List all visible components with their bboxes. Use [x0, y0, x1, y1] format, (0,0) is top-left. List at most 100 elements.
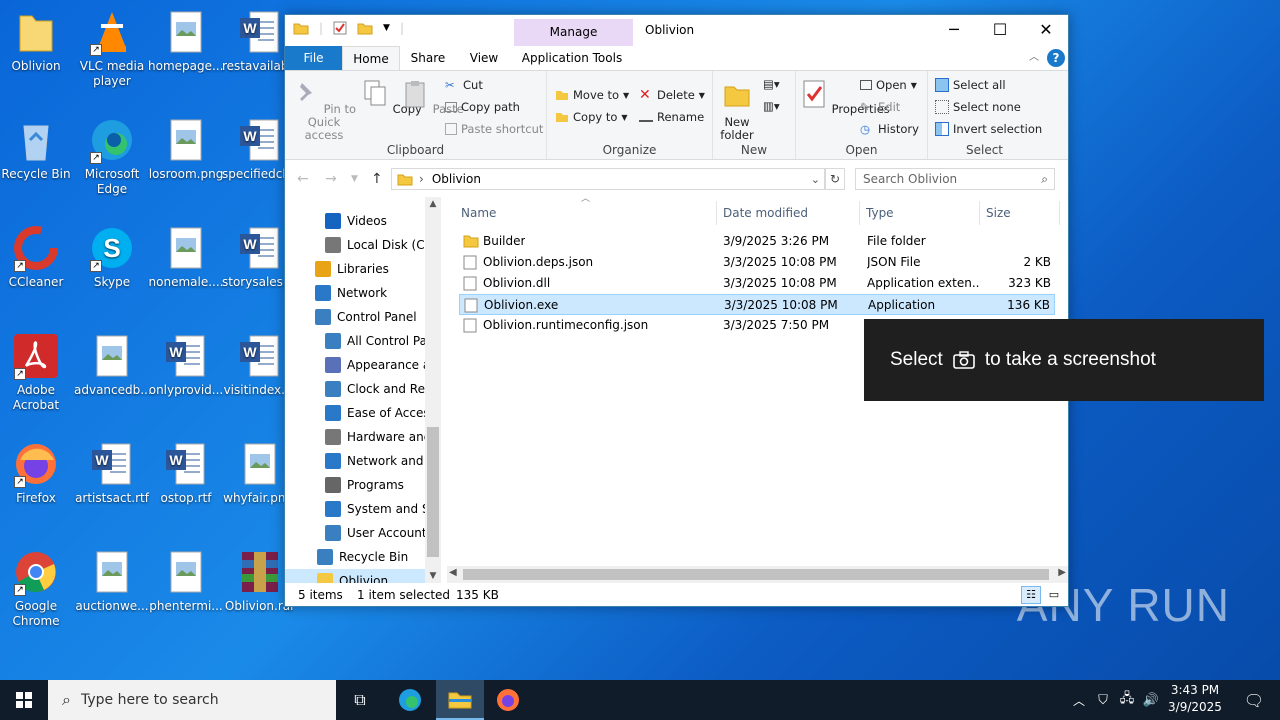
- desktop-icon[interactable]: Wonlyprovid...: [148, 332, 224, 398]
- maximize-button[interactable]: ☐: [977, 15, 1023, 46]
- tab-share[interactable]: Share: [403, 46, 453, 70]
- desktop-icon[interactable]: ↗ Adobe Acrobat: [0, 332, 74, 413]
- column-header-type[interactable]: Type: [860, 201, 980, 225]
- nav-item[interactable]: Oblivion: [285, 569, 427, 583]
- help-icon[interactable]: ?: [1047, 49, 1065, 67]
- new-folder-icon[interactable]: [357, 21, 373, 35]
- desktop-icon[interactable]: Wostop.rtf: [148, 440, 224, 506]
- horizontal-scrollbar[interactable]: ◀ ▶: [447, 566, 1068, 583]
- network-tray-icon[interactable]: 🖧: [1116, 680, 1138, 720]
- collapse-ribbon-icon[interactable]: ︿: [1027, 46, 1041, 70]
- details-view-icon[interactable]: ☷: [1021, 586, 1041, 604]
- back-arrow-icon[interactable]: ←: [297, 171, 309, 187]
- security-tray-icon[interactable]: ⛉: [1092, 680, 1114, 720]
- select-none-button[interactable]: Select none: [935, 97, 1021, 117]
- large-icons-view-icon[interactable]: ▭: [1045, 586, 1063, 604]
- desktop-icon[interactable]: losroom.png: [148, 116, 224, 182]
- volume-tray-icon[interactable]: 🔊: [1140, 680, 1162, 720]
- column-header-date[interactable]: Date modified: [717, 201, 860, 225]
- file-row[interactable]: Builder 3/9/2025 3:26 PM File folder: [459, 231, 1055, 252]
- nav-item[interactable]: Recycle Bin: [285, 545, 427, 569]
- invert-selection-button[interactable]: Invert selection: [935, 119, 1042, 139]
- nav-item[interactable]: Network: [285, 281, 427, 305]
- nav-item[interactable]: Network and Ir: [285, 449, 427, 473]
- start-button[interactable]: [0, 680, 48, 720]
- desktop-icon[interactable]: Wartistsact.rtf: [74, 440, 150, 506]
- desktop-icon[interactable]: phentermi...: [148, 548, 224, 614]
- rename-button[interactable]: Rename: [639, 107, 704, 127]
- copy-button[interactable]: Copy: [361, 79, 422, 116]
- paste-shortcut-button[interactable]: Paste shortcut: [445, 119, 543, 139]
- desktop-icon[interactable]: ↗ VLC media player: [74, 8, 150, 89]
- address-bar[interactable]: › Oblivion ⌄: [391, 168, 825, 190]
- nav-item[interactable]: Appearance an: [285, 353, 427, 377]
- notifications-icon[interactable]: 🗨: [1230, 680, 1278, 720]
- select-all-button[interactable]: Select all: [935, 75, 1006, 95]
- pin-quick-access-button[interactable]: Pin to Quick access: [289, 79, 359, 142]
- file-row[interactable]: Oblivion.dll 3/3/2025 10:08 PM Application…: [459, 273, 1055, 294]
- taskbar-search-box[interactable]: ⌕ Type here to search: [48, 680, 336, 720]
- desktop-icon[interactable]: Recycle Bin: [0, 116, 74, 182]
- nav-scrollbar[interactable]: ▲ ▼: [425, 197, 441, 583]
- desktop-icon[interactable]: ↗ Google Chrome: [0, 548, 74, 629]
- nav-item[interactable]: User Accounts: [285, 521, 427, 545]
- address-dropdown-icon[interactable]: ⌄: [811, 173, 820, 186]
- desktop-icon[interactable]: ↗ CCleaner: [0, 224, 74, 290]
- taskbar-clock[interactable]: 3:43 PM 3/9/2025: [1166, 682, 1224, 716]
- desktop-icon[interactable]: S ↗ Skype: [74, 224, 150, 290]
- delete-button[interactable]: ✕ Delete ▼: [639, 85, 705, 105]
- scroll-up-icon[interactable]: ▲: [425, 199, 441, 209]
- move-to-button[interactable]: Move to ▼: [555, 85, 629, 105]
- recent-dropdown-icon[interactable]: ▼: [351, 174, 358, 184]
- copy-to-button[interactable]: Copy to ▼: [555, 107, 628, 127]
- tab-application-tools[interactable]: Application Tools: [517, 46, 627, 70]
- scroll-right-icon[interactable]: ▶: [1058, 567, 1066, 578]
- nav-item[interactable]: All Control Par: [285, 329, 427, 353]
- address-path[interactable]: Oblivion: [432, 172, 481, 186]
- nav-item[interactable]: Clock and Regi: [285, 377, 427, 401]
- nav-item[interactable]: Hardware and: [285, 425, 427, 449]
- properties-button[interactable]: Properties: [800, 79, 890, 116]
- new-item-icon[interactable]: ▤▾: [763, 77, 780, 91]
- taskbar-edge-icon[interactable]: [386, 680, 434, 720]
- desktop-icon[interactable]: nonemale....: [148, 224, 224, 290]
- nav-item[interactable]: Libraries: [285, 257, 427, 281]
- cut-button[interactable]: ✂ Cut: [445, 75, 483, 95]
- desktop-icon[interactable]: Oblivion: [0, 8, 74, 74]
- copy-path-button[interactable]: Copy path: [445, 97, 520, 117]
- task-view-icon[interactable]: ⧉: [336, 680, 384, 720]
- nav-item[interactable]: Videos: [285, 209, 427, 233]
- forward-arrow-icon[interactable]: →: [325, 171, 337, 187]
- scroll-left-icon[interactable]: ◀: [449, 567, 457, 578]
- up-arrow-icon[interactable]: ↑: [371, 171, 383, 187]
- refresh-icon[interactable]: ↻: [825, 168, 845, 190]
- tab-file[interactable]: File: [285, 46, 342, 70]
- nav-item[interactable]: Ease of Access: [285, 401, 427, 425]
- nav-item[interactable]: Local Disk (C:): [285, 233, 427, 257]
- properties-icon[interactable]: [333, 21, 347, 35]
- desktop-icon[interactable]: advancedb...: [74, 332, 150, 398]
- scroll-thumb[interactable]: [463, 569, 1049, 580]
- column-header-name[interactable]: Name: [455, 201, 717, 225]
- nav-item[interactable]: Programs: [285, 473, 427, 497]
- taskbar-firefox-icon[interactable]: [484, 680, 532, 720]
- manage-context-tab[interactable]: Manage: [514, 19, 633, 46]
- desktop-icon[interactable]: homepage....: [148, 8, 224, 74]
- tab-view[interactable]: View: [459, 46, 509, 70]
- desktop-icon[interactable]: ↗ Firefox: [0, 440, 74, 506]
- edit-button[interactable]: ✎ Edit: [860, 97, 900, 117]
- open-button[interactable]: Open ▼: [860, 75, 917, 95]
- file-row[interactable]: Oblivion.deps.json 3/3/2025 10:08 PM JSON …: [459, 252, 1055, 273]
- new-folder-button[interactable]: New folder: [717, 79, 757, 142]
- nav-item[interactable]: System and Sec: [285, 497, 427, 521]
- qat-dropdown-icon[interactable]: ▼: [383, 23, 390, 33]
- show-hidden-icons-icon[interactable]: ︿: [1068, 680, 1090, 720]
- scroll-down-icon[interactable]: ▼: [425, 571, 441, 581]
- history-button[interactable]: ◷ History: [860, 119, 919, 139]
- search-box[interactable]: Search Oblivion ⌕: [855, 168, 1055, 190]
- desktop-icon[interactable]: auctionwe...: [74, 548, 150, 614]
- close-button[interactable]: ✕: [1023, 15, 1069, 46]
- desktop-icon[interactable]: ↗ Microsoft Edge: [74, 116, 150, 197]
- minimize-button[interactable]: ─: [931, 15, 977, 46]
- easy-access-icon[interactable]: ▥▾: [763, 99, 780, 113]
